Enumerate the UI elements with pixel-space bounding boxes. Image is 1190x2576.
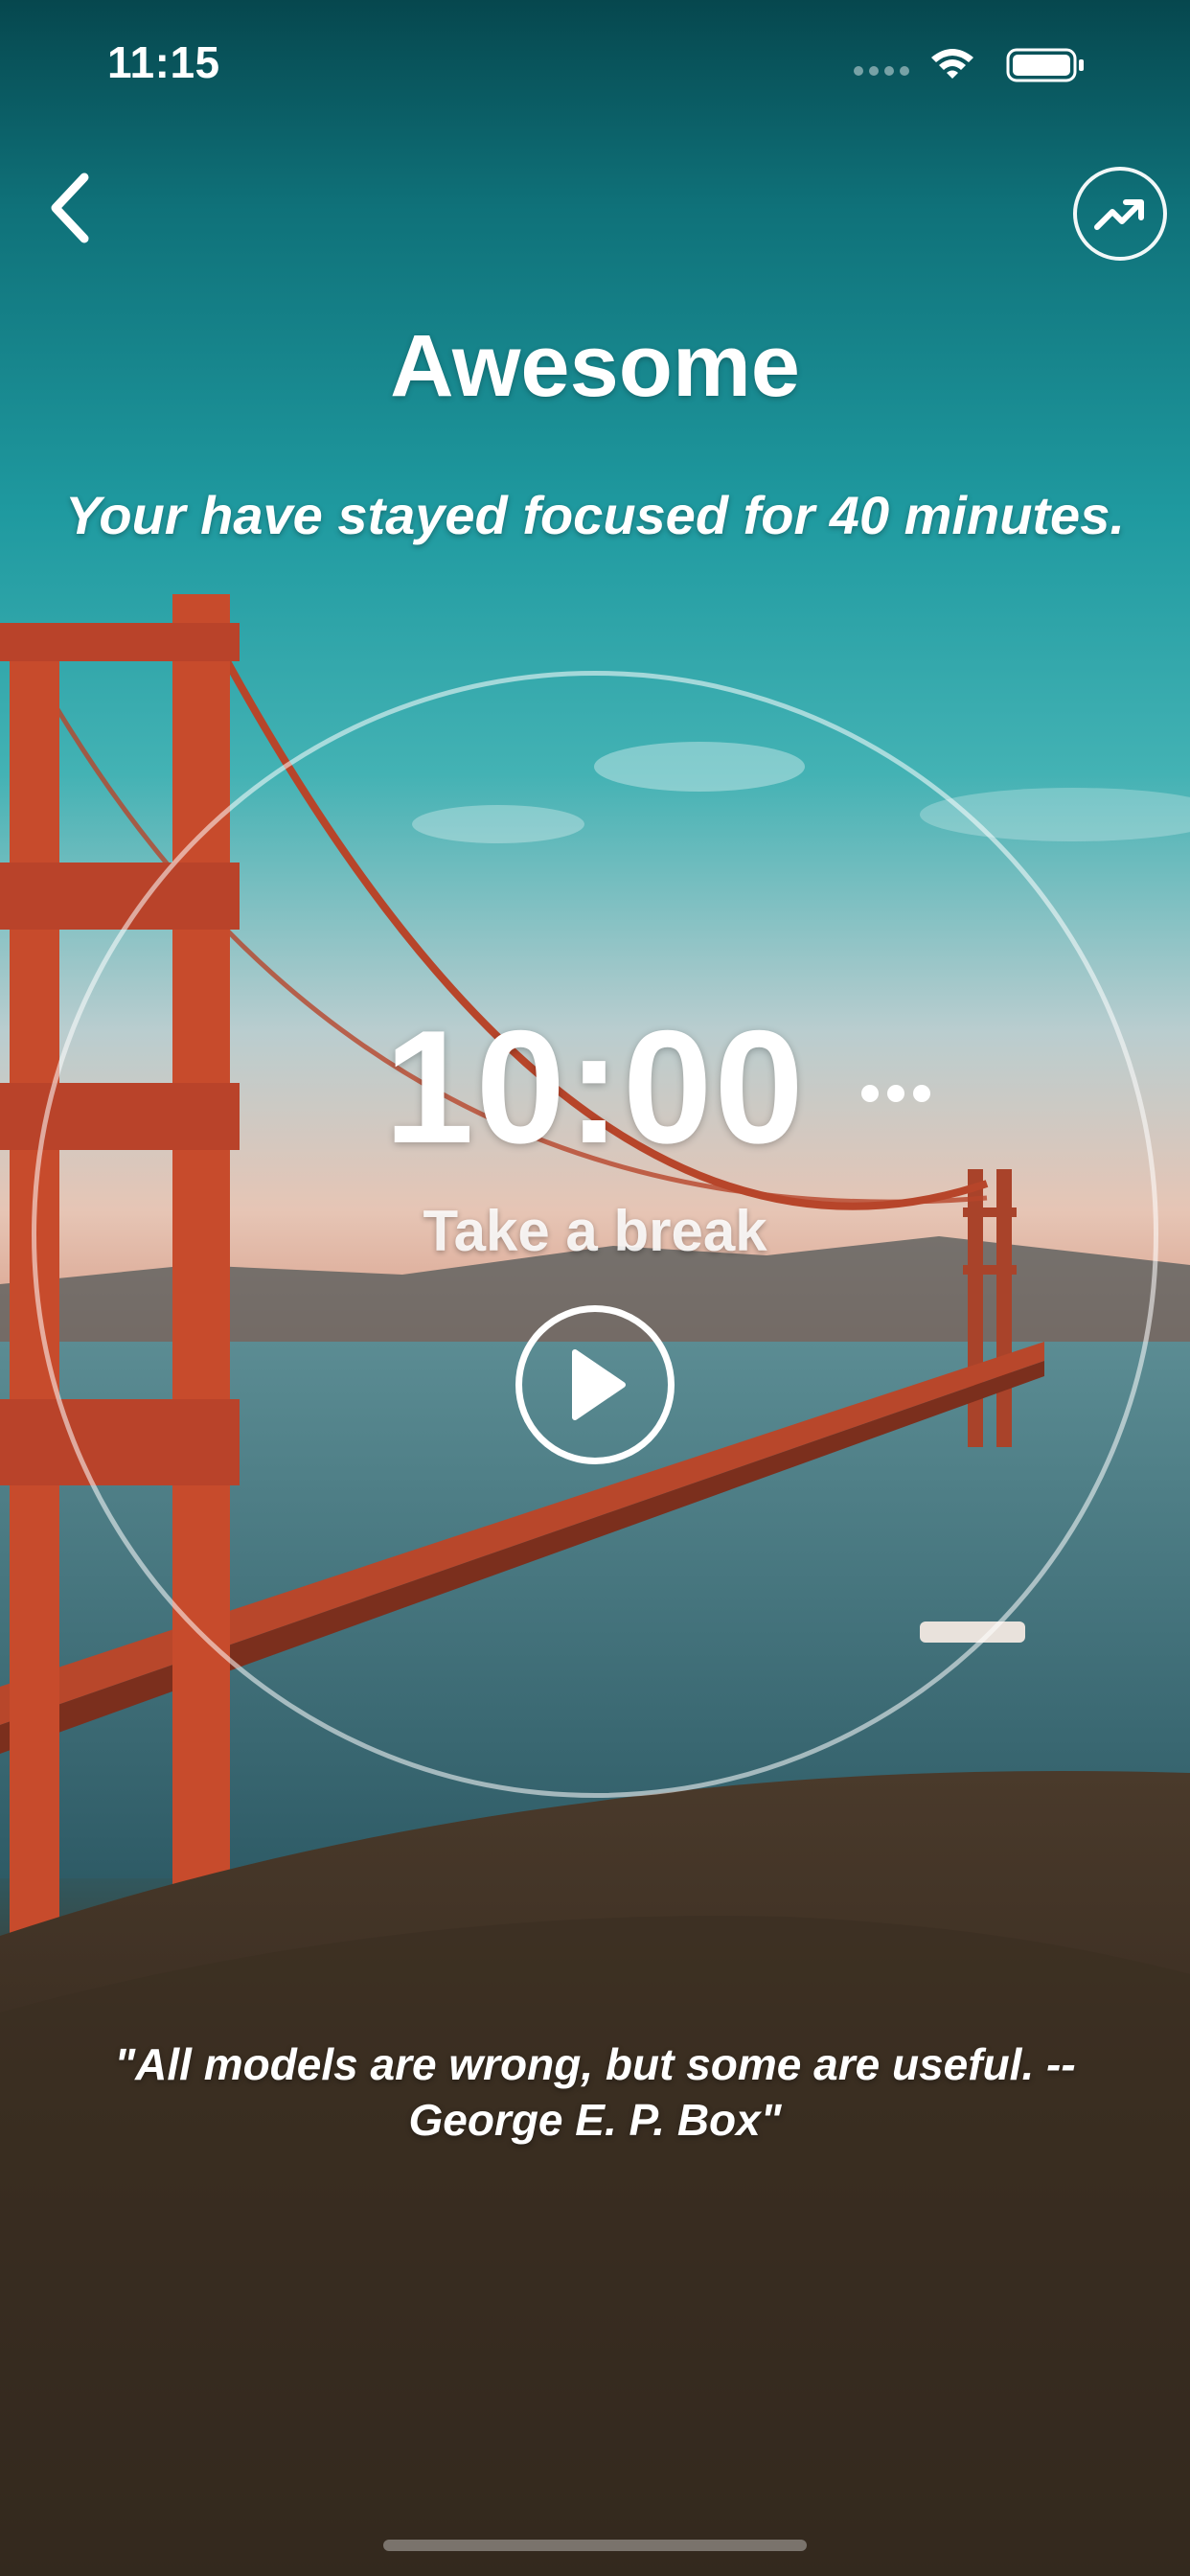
timer-status: Take a break — [423, 1199, 767, 1263]
home-indicator — [383, 2540, 807, 2551]
status-icons — [847, 42, 1125, 90]
stats-button[interactable] — [1073, 167, 1167, 261]
trending-up-icon — [1094, 199, 1144, 230]
timer-display: 10:00 — [384, 997, 806, 1177]
play-icon — [572, 1349, 626, 1420]
quote-text: "All models are wrong, but some are usef… — [114, 2039, 1076, 2145]
more-options-button[interactable] — [858, 1079, 933, 1108]
status-time: 11:15 — [107, 37, 220, 87]
play-button[interactable] — [515, 1305, 675, 1464]
back-button[interactable] — [27, 165, 113, 251]
page-title: Awesome — [390, 317, 800, 415]
status-bar: 11:15 — [0, 0, 1190, 126]
focus-summary: Your have stayed focused for 40 minutes. — [65, 485, 1125, 545]
more-dots-icon — [861, 1085, 930, 1102]
battery-icon — [1006, 48, 1084, 82]
chevron-left-icon — [51, 172, 89, 243]
signal-icon — [854, 66, 909, 76]
wifi-icon — [931, 49, 973, 79]
